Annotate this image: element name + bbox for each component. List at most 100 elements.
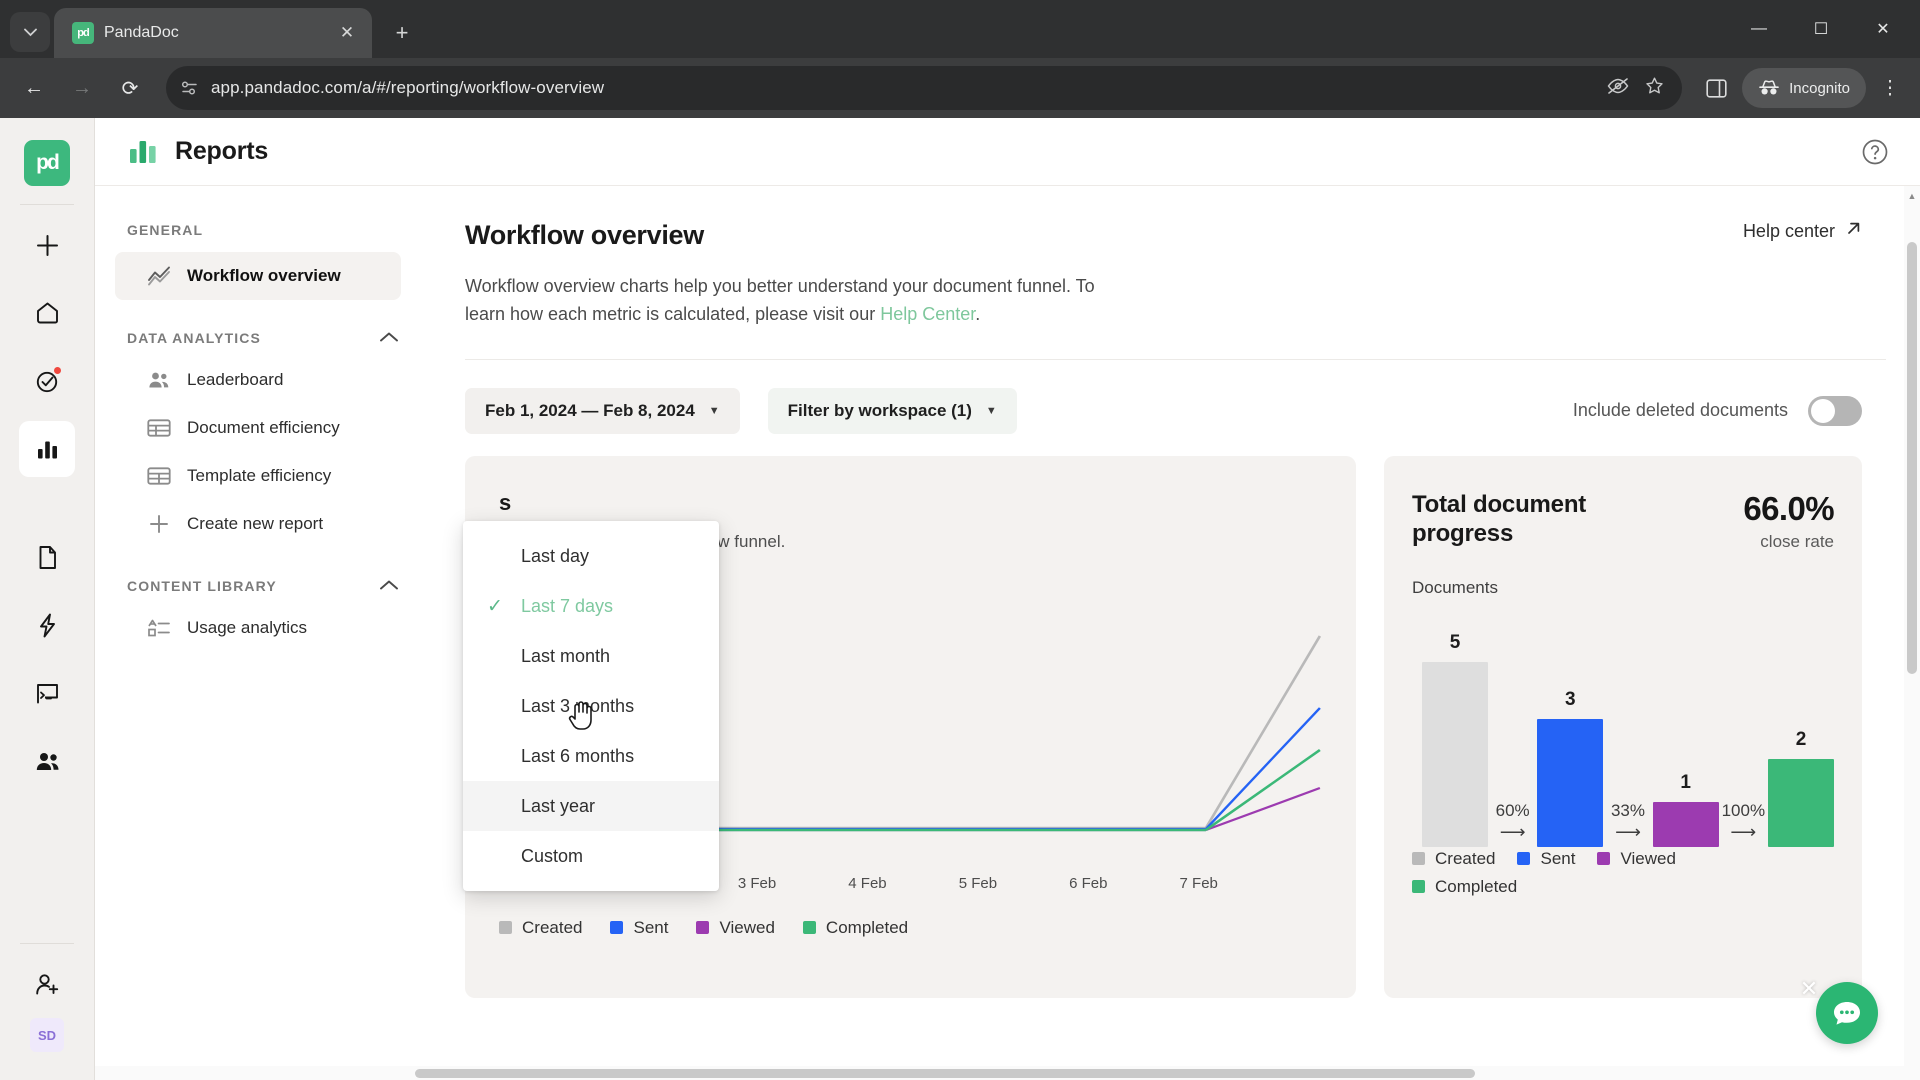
workspace-filter[interactable]: Filter by workspace (1) ▼ bbox=[767, 387, 1017, 434]
close-icon[interactable]: ✕ bbox=[334, 20, 360, 46]
rail-item-home[interactable] bbox=[19, 285, 75, 341]
legend-item-sent[interactable]: Sent bbox=[1517, 849, 1575, 869]
app-rail: pd SD bbox=[0, 118, 95, 1080]
sidebar-item-document-efficiency[interactable]: Document efficiency bbox=[115, 404, 401, 452]
side-panel-icon[interactable] bbox=[1696, 68, 1736, 108]
legend-item-created[interactable]: Created bbox=[1412, 849, 1495, 869]
maximize-icon[interactable]: ☐ bbox=[1790, 8, 1852, 50]
forward-icon[interactable]: → bbox=[60, 66, 104, 110]
bar-column-sent[interactable]: 3 bbox=[1537, 689, 1604, 847]
sidebar-item-label: Workflow overview bbox=[187, 266, 341, 285]
include-deleted-toggle[interactable] bbox=[1808, 395, 1862, 426]
plus-icon bbox=[36, 234, 58, 256]
browser-tab[interactable]: pd PandaDoc ✕ bbox=[54, 8, 372, 58]
rail-item-documents[interactable] bbox=[19, 529, 75, 585]
reload-icon[interactable]: ⟳ bbox=[108, 66, 152, 110]
sidebar-item-leaderboard[interactable]: Leaderboard bbox=[115, 356, 401, 404]
legend-swatch bbox=[610, 921, 624, 935]
sidebar-item-label: Leaderboard bbox=[187, 370, 284, 389]
rail-item-create-new[interactable] bbox=[19, 217, 75, 273]
scrollbar-thumb[interactable] bbox=[1907, 242, 1917, 674]
x-tick: 7 Feb bbox=[1179, 874, 1218, 892]
date-range-dropdown[interactable]: Last day ✓ Last 7 days Last month Last 3… bbox=[463, 521, 719, 891]
dropdown-item-last-3-months[interactable]: Last 3 months bbox=[463, 681, 719, 731]
legend-item-completed[interactable]: Completed bbox=[802, 918, 908, 938]
legend-item-completed[interactable]: Completed bbox=[1412, 877, 1517, 897]
chat-bubble-icon[interactable] bbox=[1816, 982, 1878, 1044]
close-window-icon[interactable]: ✕ bbox=[1852, 8, 1914, 50]
terminal-window-icon bbox=[36, 683, 58, 703]
sidebar-item-template-efficiency[interactable]: Template efficiency bbox=[115, 452, 401, 500]
rail-item-invite[interactable] bbox=[19, 956, 75, 1012]
new-tab-button[interactable]: + bbox=[382, 13, 422, 53]
dropdown-item-custom[interactable]: Custom bbox=[463, 831, 719, 881]
kebab-menu-icon[interactable]: ⋮ bbox=[1872, 68, 1908, 108]
conversion-viewed-to-completed: 100% ⟶ bbox=[1719, 801, 1768, 847]
person-add-icon bbox=[35, 973, 58, 994]
back-icon[interactable]: ← bbox=[12, 66, 56, 110]
site-settings-icon[interactable] bbox=[180, 80, 199, 96]
body-row: GENERAL Workflow overview DATA ANALYTICS… bbox=[95, 186, 1920, 1080]
check-icon: ✓ bbox=[487, 595, 503, 617]
star-icon[interactable] bbox=[1645, 77, 1664, 100]
date-range-selector[interactable]: Feb 1, 2024 — Feb 8, 2024 ▼ bbox=[465, 387, 740, 434]
sidebar-item-usage-analytics[interactable]: Usage analytics bbox=[115, 604, 401, 652]
arrow-right-icon: ⟶ bbox=[1499, 821, 1526, 842]
total-document-progress-card: Total document progress 66.0% close rate… bbox=[1384, 455, 1862, 998]
eye-off-icon[interactable] bbox=[1607, 77, 1629, 99]
dropdown-item-last-7-days[interactable]: ✓ Last 7 days bbox=[463, 581, 719, 631]
chevron-up-icon[interactable] bbox=[379, 578, 399, 594]
bar-column-completed[interactable]: 2 bbox=[1767, 729, 1834, 847]
avatar[interactable]: SD bbox=[30, 1018, 64, 1052]
people-icon bbox=[36, 752, 58, 770]
rail-item-automations[interactable] bbox=[19, 597, 75, 653]
description-text-2: . bbox=[975, 303, 981, 324]
scrollbar-thumb[interactable] bbox=[415, 1069, 1475, 1078]
nav-group-data-analytics[interactable]: DATA ANALYTICS bbox=[95, 330, 425, 346]
chat-close-icon[interactable]: ✕ bbox=[1796, 976, 1822, 1002]
sidebar-item-create-new-report[interactable]: Create new report bbox=[115, 500, 401, 548]
close-rate-label: close rate bbox=[1760, 531, 1834, 551]
rail-item-tasks[interactable] bbox=[19, 353, 75, 409]
scroll-up-icon[interactable]: ▲ bbox=[1904, 188, 1920, 204]
rail-item-contacts[interactable] bbox=[19, 733, 75, 789]
include-deleted-label: Include deleted documents bbox=[1572, 400, 1788, 421]
bar-completed bbox=[1767, 758, 1834, 847]
dropdown-item-last-day[interactable]: Last day bbox=[463, 531, 719, 581]
vertical-scrollbar[interactable]: ▲ ▼ bbox=[1904, 186, 1920, 1080]
dropdown-item-last-6-months[interactable]: Last 6 months bbox=[463, 731, 719, 781]
bar-chart-axis-label: Documents bbox=[1412, 577, 1498, 597]
address-bar[interactable]: app.pandadoc.com/a/#/reporting/workflow-… bbox=[166, 66, 1683, 110]
dropdown-item-last-month[interactable]: Last month bbox=[463, 631, 719, 681]
sidebar-item-workflow-overview[interactable]: Workflow overview bbox=[115, 252, 401, 300]
pandadoc-logo[interactable]: pd bbox=[24, 140, 70, 186]
legend-item-created[interactable]: Created bbox=[499, 918, 582, 938]
question-circle-icon[interactable] bbox=[1858, 135, 1892, 169]
include-deleted-control: Include deleted documents bbox=[1572, 395, 1862, 426]
chevron-up-icon[interactable] bbox=[379, 330, 399, 346]
legend-item-viewed[interactable]: Viewed bbox=[696, 918, 775, 938]
sidebar-item-label: Create new report bbox=[187, 514, 324, 533]
rail-item-reports[interactable] bbox=[19, 421, 75, 477]
legend-item-sent[interactable]: Sent bbox=[610, 918, 668, 938]
help-center-inline-link[interactable]: Help Center bbox=[880, 304, 975, 324]
people-icon bbox=[147, 370, 171, 390]
help-center-link[interactable]: Help center bbox=[1743, 220, 1886, 242]
dropdown-item-last-year[interactable]: Last year bbox=[463, 781, 719, 831]
nav-group-content-library[interactable]: CONTENT LIBRARY bbox=[95, 578, 425, 594]
legend-label: Created bbox=[1435, 848, 1496, 868]
browser-toolbar: ← → ⟳ app.pandadoc.com/a/#/reporting/wor… bbox=[0, 58, 1920, 118]
incognito-indicator[interactable]: Incognito bbox=[1742, 68, 1866, 108]
arrow-right-icon: ⟶ bbox=[1730, 821, 1757, 842]
bar-column-viewed[interactable]: 1 bbox=[1652, 772, 1719, 847]
nav-group-data-analytics-label: DATA ANALYTICS bbox=[127, 330, 261, 346]
horizontal-scrollbar[interactable] bbox=[95, 1066, 1920, 1080]
close-rate-kpi: 66.0% close rate bbox=[1743, 490, 1834, 552]
tab-search-icon[interactable] bbox=[10, 12, 50, 52]
x-tick: 4 Feb bbox=[848, 874, 887, 892]
minimize-icon[interactable]: — bbox=[1728, 8, 1790, 50]
bar-column-created[interactable]: 5 bbox=[1422, 632, 1488, 847]
legend-item-viewed[interactable]: Viewed bbox=[1597, 849, 1676, 869]
rail-item-templates[interactable] bbox=[19, 665, 75, 721]
arrow-right-icon: ⟶ bbox=[1615, 821, 1641, 842]
